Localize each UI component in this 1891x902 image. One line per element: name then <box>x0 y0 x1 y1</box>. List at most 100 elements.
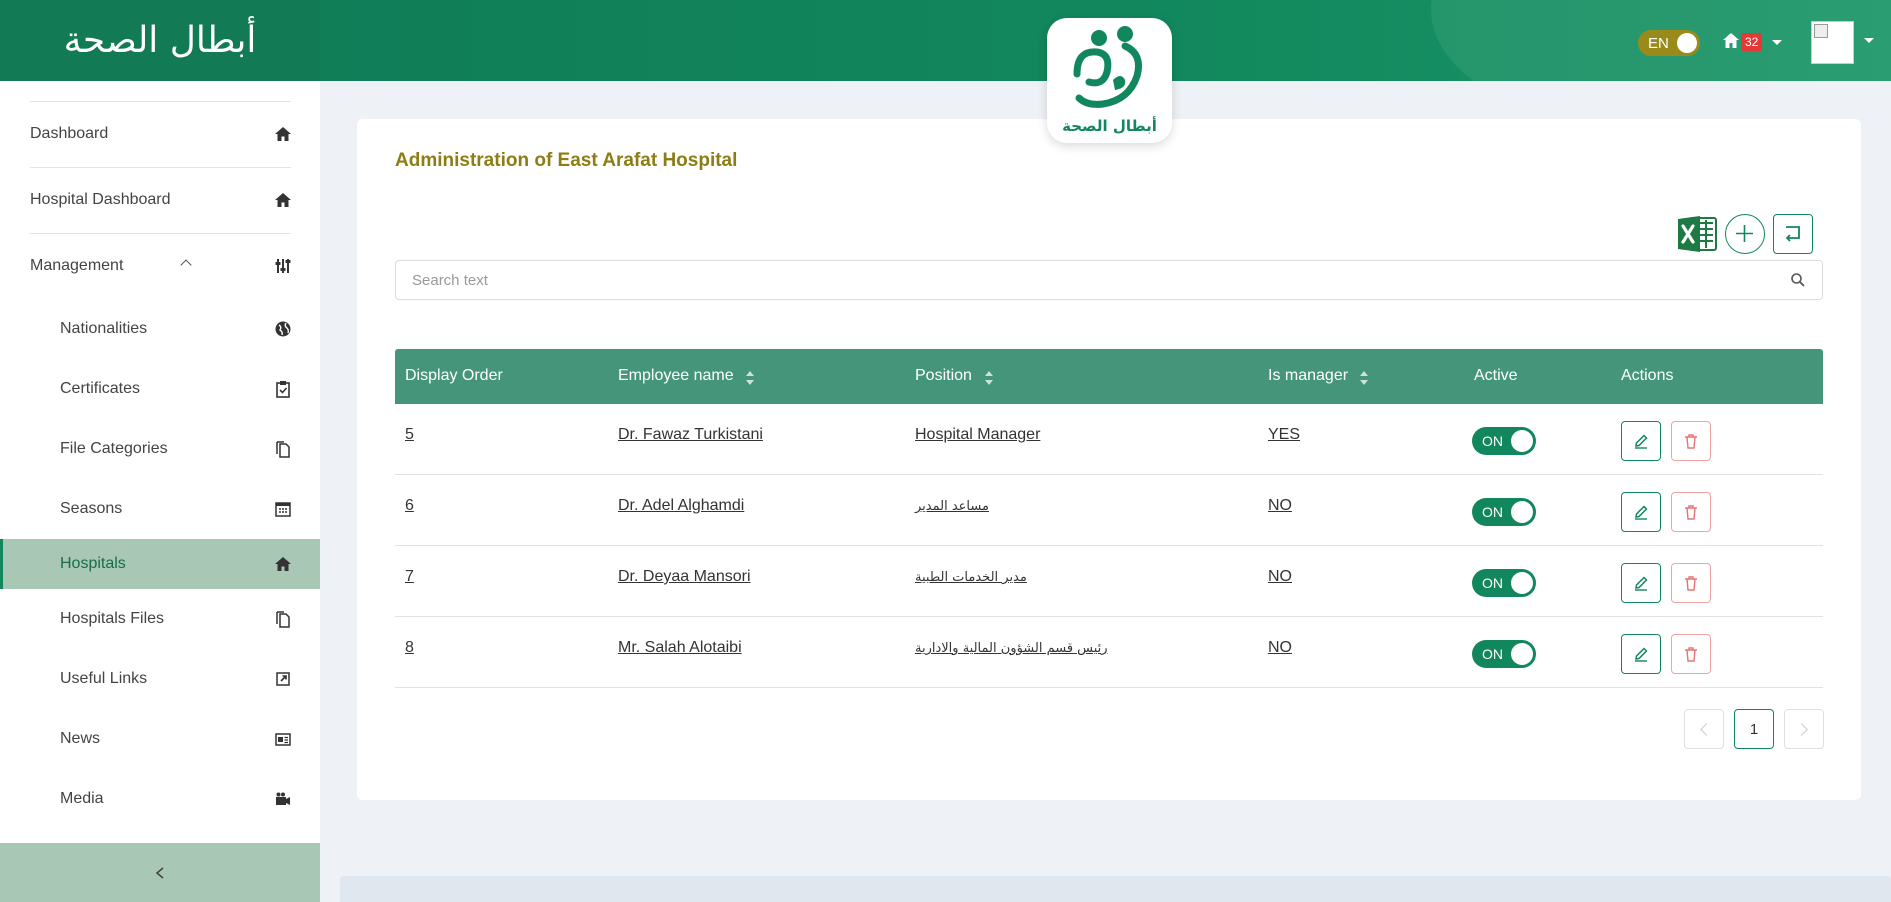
files-icon <box>276 611 290 628</box>
sidebar-item-hospital-dashboard[interactable]: Hospital Dashboard <box>0 167 320 233</box>
employee-name-cell[interactable]: Dr. Fawaz Turkistani <box>618 426 763 444</box>
globe-icon <box>275 321 291 337</box>
trash-icon <box>1685 505 1697 520</box>
toggle-knob <box>1511 430 1533 452</box>
delete-button[interactable] <box>1671 421 1711 461</box>
display-order-cell[interactable]: 8 <box>405 639 414 657</box>
position-cell[interactable]: Hospital Manager <box>915 426 1040 444</box>
sidebar-item-media[interactable]: Media <box>0 769 320 829</box>
clipboard-check-icon <box>276 381 290 398</box>
active-toggle[interactable]: ON <box>1472 569 1536 597</box>
chevron-right-icon <box>1795 723 1808 736</box>
employee-name-cell[interactable]: Dr. Adel Alghamdi <box>618 497 744 515</box>
chevron-left-icon <box>1700 723 1713 736</box>
sidebar-item-label: Useful Links <box>60 670 148 687</box>
table-header: Display Order Employee name Position Is … <box>395 349 1823 404</box>
pencil-icon <box>1635 505 1648 520</box>
edit-button[interactable] <box>1621 634 1661 674</box>
sort-icon[interactable] <box>1360 370 1368 386</box>
search-icon[interactable] <box>1790 272 1806 288</box>
sidebar-item-label: Dashboard <box>30 125 109 142</box>
search-box <box>395 260 1823 300</box>
column-header-is-manager[interactable]: Is manager <box>1268 367 1348 385</box>
pagination-page-number: 1 <box>1749 721 1759 738</box>
sidebar-item-news[interactable]: News <box>0 709 320 769</box>
column-header-actions: Actions <box>1621 367 1674 384</box>
is-manager-cell[interactable]: YES <box>1268 426 1300 444</box>
sort-icon[interactable] <box>746 370 754 386</box>
sidebar-item-certificates[interactable]: Certificates <box>0 359 320 419</box>
sidebar-item-hospitals[interactable]: Hospitals <box>0 539 320 589</box>
pagination-next-button[interactable] <box>1784 709 1824 749</box>
is-manager-cell[interactable]: NO <box>1268 497 1292 515</box>
sidebar-item-label: Hospital Dashboard <box>30 191 171 208</box>
active-toggle[interactable]: ON <box>1472 498 1536 526</box>
display-order-cell[interactable]: 5 <box>405 426 414 444</box>
broken-image-icon <box>1814 24 1828 38</box>
column-header-active: Active <box>1474 367 1518 384</box>
pagination-prev-button[interactable] <box>1684 709 1724 749</box>
sidebar-item-label: Hospitals Files <box>60 610 165 627</box>
video-camera-icon <box>276 792 290 805</box>
plus-icon <box>1736 225 1753 242</box>
employee-name-cell[interactable]: Mr. Salah Alotaibi <box>618 639 742 657</box>
export-excel-button[interactable] <box>1676 214 1718 254</box>
trash-icon <box>1685 647 1697 662</box>
table-row: 6 Dr. Adel Alghamdi مساعد المدير NO ON <box>395 475 1823 546</box>
active-toggle[interactable]: ON <box>1472 427 1536 455</box>
pencil-icon <box>1635 576 1648 591</box>
active-toggle-label: ON <box>1482 433 1503 449</box>
sort-icon[interactable] <box>985 370 993 386</box>
table-row: 7 Dr. Deyaa Mansori مدير الخدمات الطبية … <box>395 546 1823 617</box>
table-row: 5 Dr. Fawaz Turkistani Hospital Manager … <box>395 404 1823 475</box>
calendar-icon <box>275 502 291 517</box>
pencil-icon <box>1635 647 1648 662</box>
column-header-position[interactable]: Position <box>915 367 972 385</box>
sidebar-item-label: Nationalities <box>60 320 148 337</box>
is-manager-cell[interactable]: NO <box>1268 639 1292 657</box>
edit-button[interactable] <box>1621 421 1661 461</box>
position-cell[interactable]: مدير الخدمات الطبية <box>915 570 1027 585</box>
brand-logo[interactable]: أبطال الصحة <box>0 0 320 81</box>
column-header-employee-name[interactable]: Employee name <box>618 367 734 385</box>
return-icon <box>1785 226 1800 242</box>
sidebar-item-seasons[interactable]: Seasons <box>0 479 320 539</box>
delete-button[interactable] <box>1671 634 1711 674</box>
user-menu-chevron-icon[interactable] <box>1864 38 1874 43</box>
sliders-icon <box>275 259 291 273</box>
add-button[interactable] <box>1725 214 1765 254</box>
position-cell[interactable]: رئيس قسم الشؤون المالية والادارية <box>915 641 1108 656</box>
home-icon <box>1723 33 1739 48</box>
sidebar-item-label: File Categories <box>60 440 168 457</box>
employee-name-cell[interactable]: Dr. Deyaa Mansori <box>618 568 751 586</box>
sidebar-item-label: Certificates <box>60 380 141 397</box>
sidebar-item-useful-links[interactable]: Useful Links <box>0 649 320 709</box>
sidebar-item-nationalities[interactable]: Nationalities <box>0 299 320 359</box>
active-toggle-label: ON <box>1482 646 1503 662</box>
delete-button[interactable] <box>1671 563 1711 603</box>
sidebar: Dashboard Hospital Dashboard Management … <box>0 81 320 902</box>
chevron-down-icon <box>1772 40 1782 45</box>
back-button[interactable] <box>1773 214 1813 254</box>
sidebar-item-file-categories[interactable]: File Categories <box>0 419 320 479</box>
active-toggle[interactable]: ON <box>1472 640 1536 668</box>
user-avatar[interactable] <box>1811 21 1854 64</box>
column-header-display-order: Display Order <box>405 367 503 384</box>
delete-button[interactable] <box>1671 492 1711 532</box>
sidebar-item-management[interactable]: Management <box>0 233 320 299</box>
language-toggle[interactable]: EN <box>1638 30 1700 56</box>
display-order-cell[interactable]: 7 <box>405 568 414 586</box>
search-input[interactable] <box>412 261 1772 299</box>
is-manager-cell[interactable]: NO <box>1268 568 1292 586</box>
notifications-menu[interactable]: 32 <box>1722 30 1782 56</box>
sidebar-item-hospitals-files[interactable]: Hospitals Files <box>0 589 320 649</box>
files-icon <box>276 441 290 458</box>
display-order-cell[interactable]: 6 <box>405 497 414 515</box>
position-cell[interactable]: مساعد المدير <box>915 499 989 514</box>
edit-button[interactable] <box>1621 492 1661 532</box>
edit-button[interactable] <box>1621 563 1661 603</box>
pagination-page-button[interactable]: 1 <box>1734 709 1774 749</box>
pencil-icon <box>1635 434 1648 449</box>
sidebar-item-dashboard[interactable]: Dashboard <box>0 101 320 167</box>
sidebar-collapse-button[interactable] <box>0 843 320 902</box>
